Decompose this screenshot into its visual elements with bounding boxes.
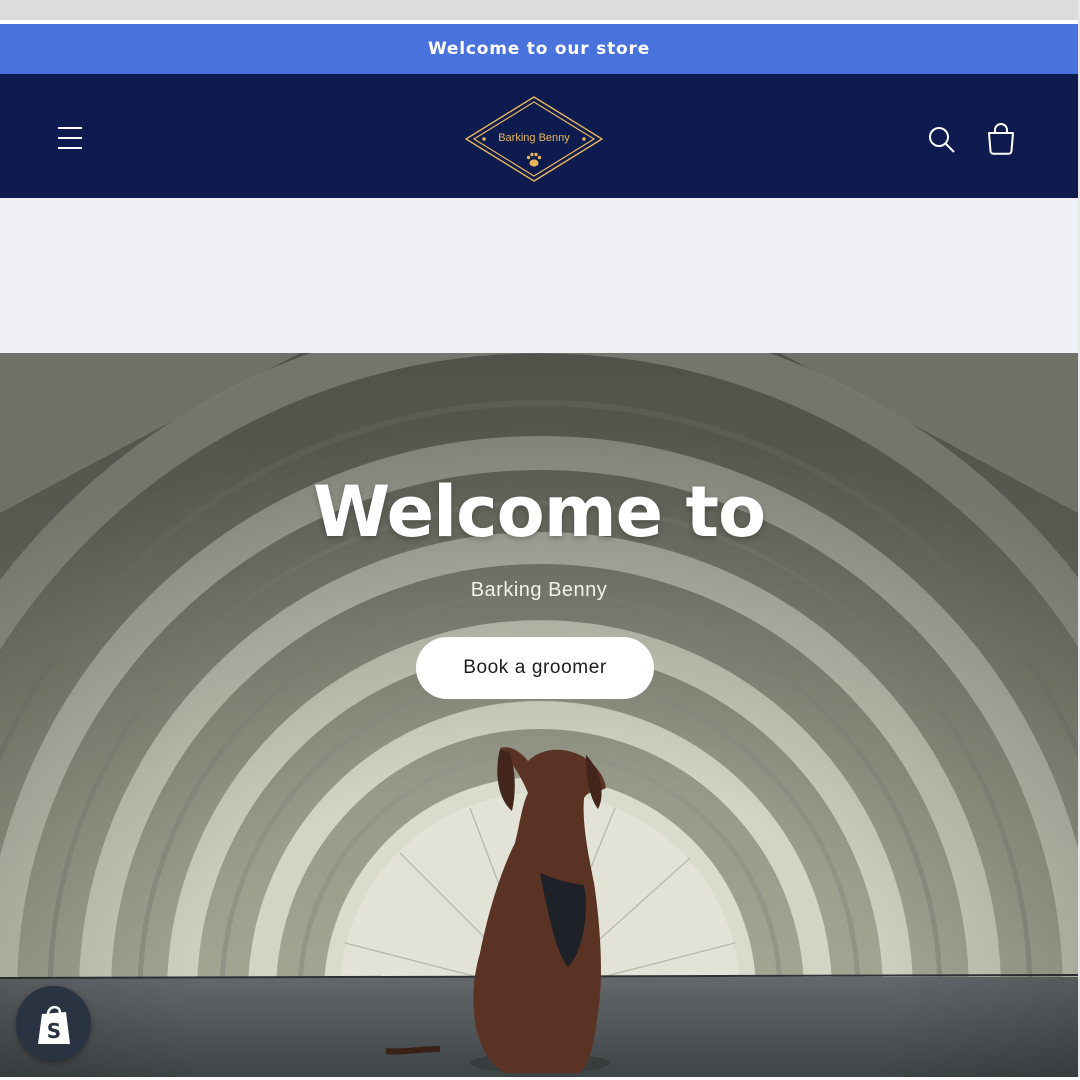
hero-banner: Welcome to Barking Benny Book a groomer: [0, 353, 1078, 1077]
shopify-bag-icon: S: [37, 1005, 70, 1044]
shopify-badge-button[interactable]: S: [16, 986, 91, 1061]
announcement-text: Welcome to our store: [427, 39, 651, 59]
search-button[interactable]: [926, 124, 958, 156]
cart-button[interactable]: [984, 122, 1018, 156]
paw-icon: [526, 152, 542, 167]
cart-icon: [988, 123, 1014, 155]
browser-top-strip: [0, 0, 1080, 24]
svg-text:S: S: [46, 1019, 60, 1043]
menu-button[interactable]: [52, 120, 88, 152]
hero-title: Welcome to: [312, 471, 766, 553]
content-spacer: [0, 198, 1078, 353]
search-icon: [929, 127, 955, 153]
hero-background-image: [0, 353, 1078, 1077]
logo-text: Barking Benny: [498, 132, 570, 144]
hero-subtitle: Barking Benny: [470, 579, 608, 601]
hamburger-menu-icon: [58, 127, 82, 149]
book-groomer-button[interactable]: Book a groomer: [416, 637, 654, 699]
site-header: Barking Benny: [0, 74, 1078, 198]
store-logo[interactable]: Barking Benny: [462, 94, 606, 184]
announcement-bar: Welcome to our store: [0, 24, 1078, 74]
